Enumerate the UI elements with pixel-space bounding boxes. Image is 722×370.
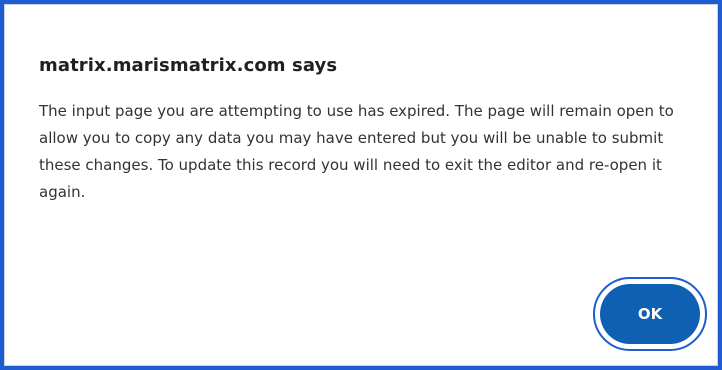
ok-button[interactable]: OK xyxy=(600,284,700,344)
alert-dialog: matrix.marismatrix.com says The input pa… xyxy=(4,4,718,366)
dialog-title: matrix.marismatrix.com says xyxy=(39,55,338,76)
dialog-frame: matrix.marismatrix.com says The input pa… xyxy=(0,0,722,370)
dialog-message: The input page you are attempting to use… xyxy=(39,102,674,201)
ok-button-focus-ring: OK xyxy=(593,277,707,351)
